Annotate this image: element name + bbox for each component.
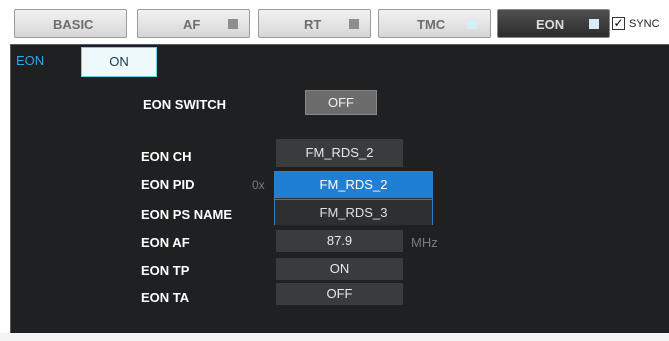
- tab-label: TMC: [417, 17, 446, 32]
- eon-af-label: EON AF: [141, 235, 190, 250]
- tab-basic[interactable]: BASIC: [14, 9, 127, 38]
- tab-label: BASIC: [53, 17, 94, 32]
- sync-checkbox[interactable]: ✓: [612, 17, 625, 30]
- eon-panel: EON ON EON SWITCH OFF EON CH FM_RDS_2 EO…: [10, 44, 669, 333]
- status-indicator-icon: [349, 19, 359, 29]
- eon-af-unit: MHz: [411, 235, 438, 250]
- dropdown-option[interactable]: FM_RDS_3: [275, 199, 432, 225]
- status-indicator-icon: [228, 19, 238, 29]
- status-indicator-icon: [467, 19, 477, 29]
- eon-ps-name-label: EON PS NAME: [141, 207, 233, 222]
- sync-label: SYNC: [629, 18, 660, 30]
- eon-ta-field[interactable]: OFF: [276, 283, 403, 305]
- eon-ta-label: EON TA: [141, 290, 190, 305]
- eon-ch-dropdown: FM_RDS_2 FM_RDS_3: [274, 171, 433, 225]
- eon-ch-label: EON CH: [141, 149, 192, 164]
- eon-pid-label: EON PID: [141, 177, 195, 192]
- eon-pid-prefix: 0x: [252, 178, 265, 192]
- section-label: EON: [16, 53, 45, 68]
- eon-tp-label: EON TP: [141, 263, 190, 278]
- tab-bar: BASIC AF RT TMC EON ✓ SYNC: [0, 0, 669, 44]
- status-indicator-icon: [589, 19, 599, 29]
- eon-switch-label: EON SWITCH: [143, 97, 227, 112]
- tab-tmc[interactable]: TMC: [378, 9, 491, 38]
- tab-label: AF: [183, 17, 201, 32]
- eon-tp-field[interactable]: ON: [276, 258, 403, 280]
- eon-ch-select[interactable]: FM_RDS_2: [276, 139, 403, 167]
- tab-af[interactable]: AF: [137, 9, 250, 38]
- eon-switch-button[interactable]: OFF: [305, 90, 377, 115]
- bottom-strip: [0, 333, 669, 341]
- eon-af-field[interactable]: 87.9: [276, 230, 403, 252]
- eon-on-button[interactable]: ON: [81, 47, 157, 77]
- tab-rt[interactable]: RT: [258, 9, 371, 38]
- dropdown-option-selected[interactable]: FM_RDS_2: [275, 172, 432, 198]
- tab-label: EON: [536, 17, 565, 32]
- tab-label: RT: [304, 17, 322, 32]
- tab-eon[interactable]: EON: [497, 9, 610, 38]
